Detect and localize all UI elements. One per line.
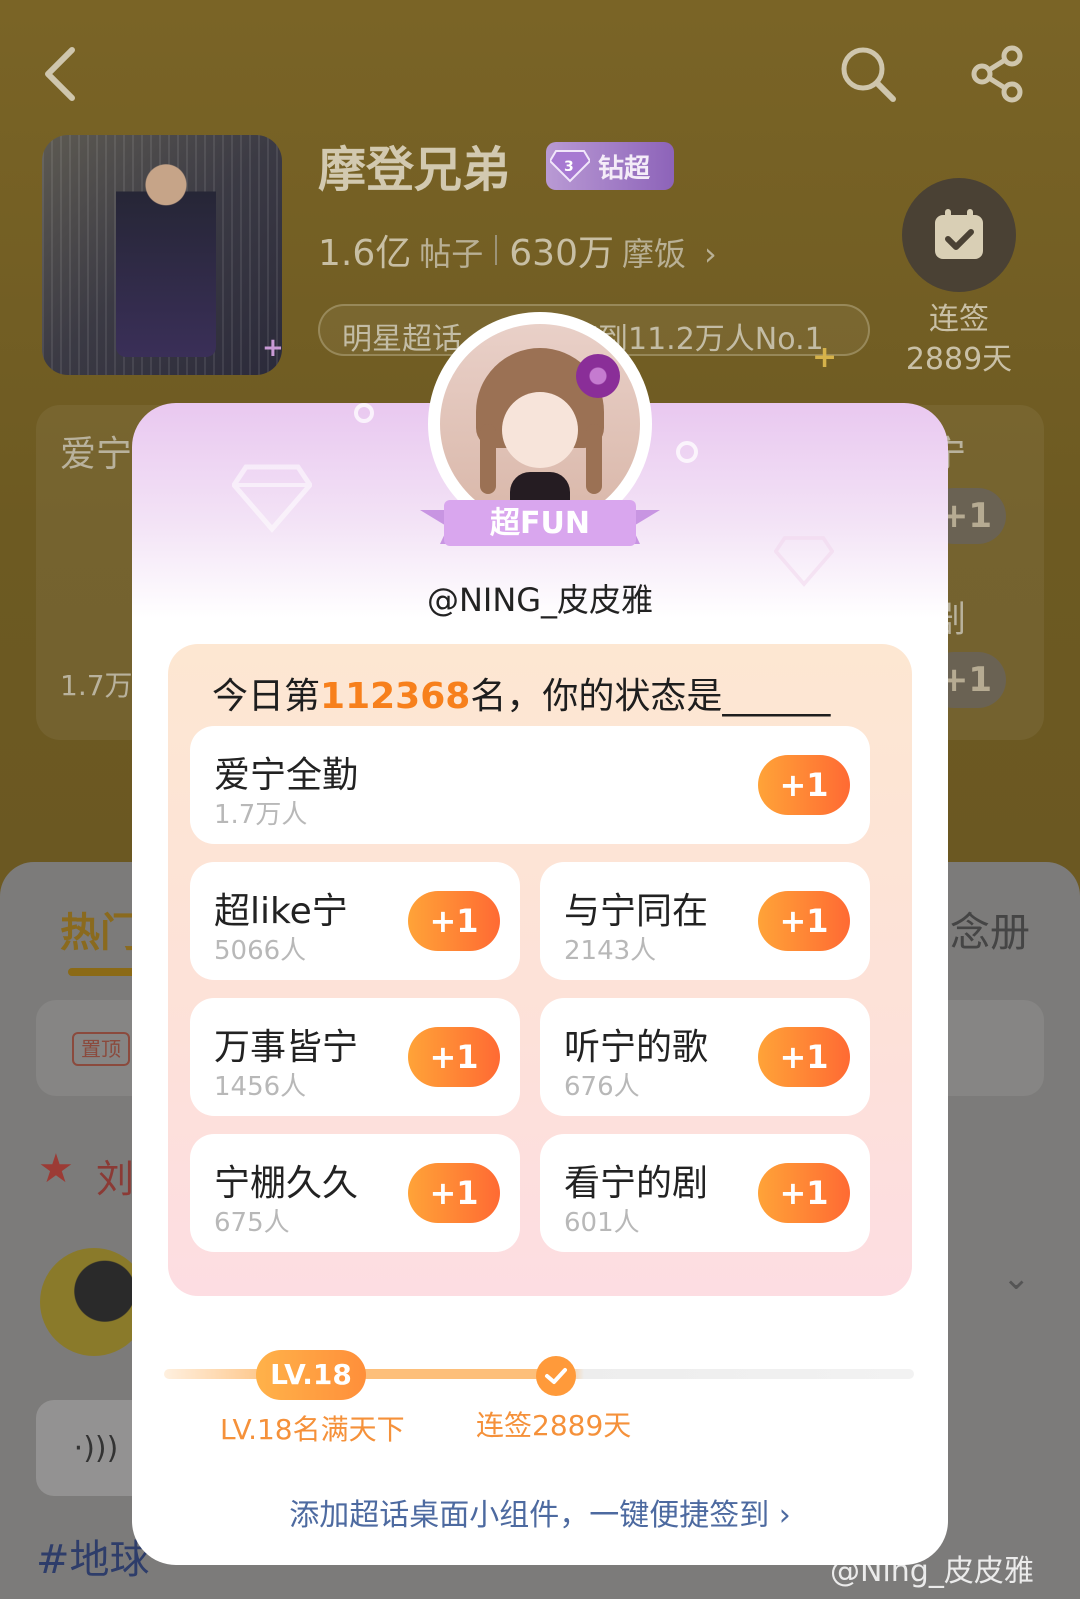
status-count: 1456人: [214, 1072, 307, 1102]
status-name: 与宁同在: [564, 891, 709, 932]
cover-figure: [116, 147, 216, 357]
status-count: 5066人: [214, 936, 307, 966]
status-count: 676人: [564, 1072, 640, 1102]
pinned-badge: 置顶: [72, 1032, 130, 1066]
add-widget-link[interactable]: 添加超话桌面小组件，一键便捷签到 ›: [132, 1490, 948, 1534]
stats-divider: [495, 235, 498, 265]
rank-prefix: 今日第: [212, 676, 321, 717]
avatar-braid-right: [586, 424, 602, 494]
posts-count: 1.6亿: [318, 233, 412, 274]
status-count: 601人: [564, 1208, 640, 1238]
status-count: 1.7万人: [214, 800, 308, 830]
bg-card-title-left: 爱宁: [60, 434, 133, 475]
status-name: 万事皆宁: [214, 1027, 359, 1068]
rank-suffix: 名，你的状态是______: [470, 676, 831, 717]
decor-diamond-icon: [232, 464, 312, 533]
chevron-right-icon: ›: [778, 1498, 791, 1533]
username: @NING_皮皮雅: [426, 581, 654, 619]
plus-one-button[interactable]: +1: [758, 891, 850, 951]
plus-one-button[interactable]: +1: [758, 755, 850, 815]
bg-card-count-left: 1.7万: [60, 669, 133, 702]
avatar-flower: [576, 354, 620, 398]
status-name: 听宁的歌: [564, 1027, 709, 1068]
widget-link-text: 添加超话桌面小组件，一键便捷签到: [289, 1498, 770, 1533]
checkin-label-line2: 2889天: [905, 342, 1013, 377]
status-card-3[interactable]: 与宁同在 2143人 +1: [540, 862, 870, 980]
avatar[interactable]: [440, 324, 640, 524]
avatar-face: [502, 392, 578, 468]
decor-ring: [354, 403, 374, 423]
chevron-right-icon: ›: [704, 235, 717, 273]
status-card-2[interactable]: 超like宁 5066人 +1: [190, 862, 520, 980]
avatar-braid-left: [480, 424, 496, 494]
diamond-super-badge[interactable]: 3 钻超: [546, 142, 674, 190]
plus-one-button[interactable]: +1: [408, 1027, 500, 1087]
diamond-icon: 3: [546, 142, 594, 190]
checkin-label-line1: 连签: [929, 302, 989, 337]
checkin-calendar-button[interactable]: [902, 178, 1016, 292]
tab-hot: 热门: [60, 910, 140, 956]
back-icon[interactable]: [40, 44, 80, 104]
cover-plus-icon[interactable]: +: [262, 333, 284, 363]
tag-label: 明星超话: [342, 322, 462, 357]
plus-one-button[interactable]: +1: [408, 891, 500, 951]
daily-rank-text: 今日第112368名，你的状态是______: [212, 667, 830, 719]
topic-title: 摩登兄弟: [318, 142, 511, 198]
status-name: 看宁的剧: [564, 1163, 709, 1204]
post-hashtag: #地球: [36, 1537, 150, 1583]
super-fun-label: 超FUN: [490, 506, 590, 541]
super-fun-badge: 超FUN: [420, 496, 660, 552]
topic-cover-image[interactable]: [42, 135, 282, 375]
level-title: LV.18名满天下: [220, 1413, 405, 1446]
search-icon[interactable]: [838, 44, 898, 104]
plus-one-button[interactable]: +1: [758, 1163, 850, 1223]
topic-stats[interactable]: 1.6亿 帖子 630万 摩饭 ›: [318, 224, 727, 276]
checkmark-icon: [536, 1356, 576, 1396]
calendar-check-icon: [935, 209, 983, 259]
fans-unit: 摩饭: [622, 235, 687, 273]
checkin-streak-label: 连签 2889天: [884, 300, 1034, 380]
plus-one-button[interactable]: +1: [408, 1163, 500, 1223]
status-card-4[interactable]: 万事皆宁 1456人 +1: [190, 998, 520, 1116]
post-author-prefix: 刘: [96, 1157, 135, 1201]
status-count: 675人: [214, 1208, 290, 1238]
tab-hot-indicator: [68, 968, 138, 976]
status-count: 2143人: [564, 936, 657, 966]
tag-plus-icon: +: [812, 340, 838, 375]
posts-unit: 帖子: [419, 235, 484, 273]
decor-ring-2: [676, 441, 698, 463]
status-name: 宁棚久久: [214, 1163, 359, 1204]
share-icon[interactable]: [968, 44, 1028, 104]
star-icon: ★: [38, 1146, 74, 1192]
tab-album: 念册: [950, 910, 1030, 956]
status-card-7[interactable]: 看宁的剧 601人 +1: [540, 1134, 870, 1252]
level-badge: LV.18: [256, 1350, 366, 1400]
chevron-down-icon: ⌄: [1002, 1258, 1031, 1298]
status-card-6[interactable]: 宁棚久久 675人 +1: [190, 1134, 520, 1252]
plus-one-button[interactable]: +1: [758, 1027, 850, 1087]
rank-number: 112368: [320, 676, 471, 717]
fans-count: 630万: [509, 233, 614, 274]
streak-days: 连签2889天: [476, 1409, 632, 1442]
status-card-5[interactable]: 听宁的歌 676人 +1: [540, 998, 870, 1116]
status-name: 超like宁: [214, 891, 348, 932]
badge-label: 钻超: [598, 153, 651, 184]
weibo-watermark: @Ning_皮皮雅: [830, 1554, 1034, 1589]
svg-text:3: 3: [564, 159, 574, 175]
status-name: 爱宁全勤: [214, 755, 359, 796]
status-card-1[interactable]: 爱宁全勤 1.7万人 +1: [190, 726, 870, 844]
